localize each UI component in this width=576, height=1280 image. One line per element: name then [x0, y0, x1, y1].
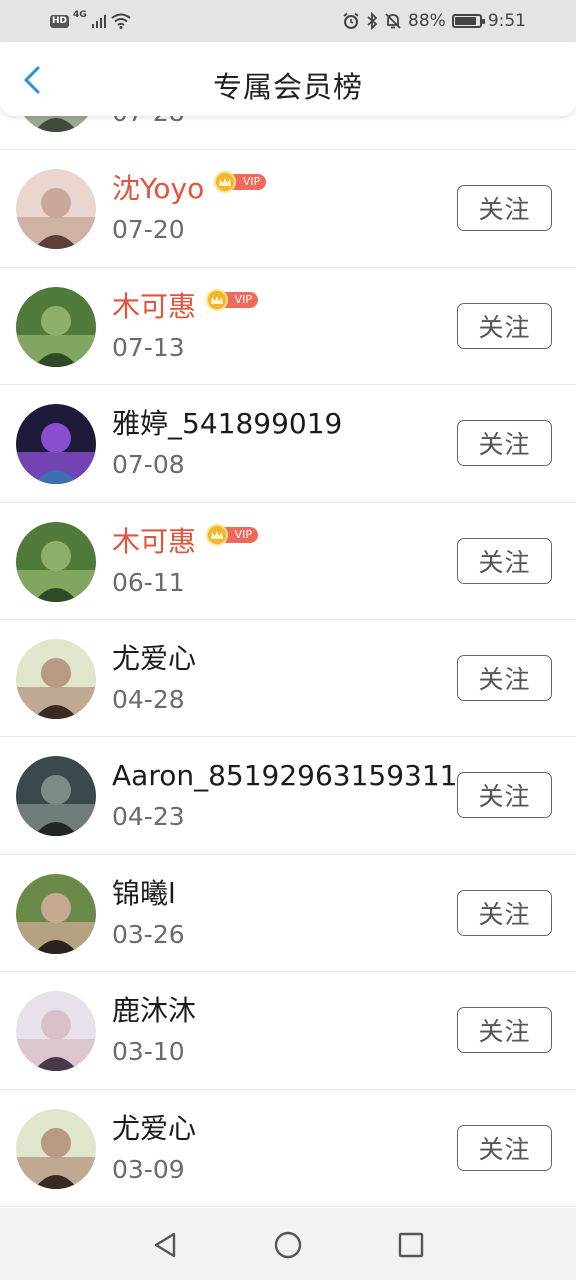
app-header: 专属会员榜 [0, 42, 576, 116]
member-row[interactable]: 雅婷_541899019 07-08 关注 [0, 385, 576, 503]
mute-bell-icon [385, 13, 401, 29]
member-date: 07-20 [112, 215, 185, 245]
avatar[interactable] [16, 169, 96, 250]
vip-badge: VIP [214, 171, 267, 194]
member-date: 04-23 [112, 802, 185, 832]
avatar[interactable] [16, 873, 96, 954]
status-right: 88% 9:51 [342, 9, 526, 33]
follow-button[interactable]: 关注 [457, 537, 552, 584]
member-date: 07-08 [112, 450, 185, 480]
name-line: 锦曦l [112, 875, 176, 913]
follow-button[interactable]: 关注 [457, 420, 552, 467]
square-recent-icon [398, 1232, 424, 1258]
vip-badge: VIP [206, 523, 259, 546]
follow-button[interactable]: 关注 [457, 302, 552, 349]
member-row[interactable]: 木可惠 VIP 06-11 关注 [0, 503, 576, 620]
member-row[interactable]: 尤爱心 03-09 关注 [0, 1090, 576, 1207]
hd-badge: HD [50, 14, 70, 28]
signal-icon [91, 15, 106, 28]
member-date: 03-10 [112, 1037, 185, 1067]
bluetooth-icon [367, 12, 378, 30]
battery-icon [451, 14, 485, 28]
name-line: 雅婷_541899019 [112, 405, 342, 443]
member-date: 03-26 [112, 919, 185, 949]
member-name[interactable]: 尤爱心 [112, 1110, 196, 1148]
avatar[interactable] [16, 991, 96, 1072]
avatar[interactable] [16, 638, 96, 719]
member-row[interactable]: 木可惠 VIP 07-13 关注 [0, 268, 576, 386]
member-row[interactable]: 尤爱心 04-28 关注 [0, 620, 576, 738]
nav-recent-button[interactable] [396, 1230, 426, 1260]
member-name[interactable]: 木可惠 [112, 288, 196, 326]
follow-button[interactable]: 关注 [457, 889, 552, 936]
crown-icon [206, 523, 229, 546]
avatar[interactable] [16, 404, 96, 485]
member-date: 06-11 [112, 567, 185, 597]
member-row[interactable]: 鹿沐沐 03-10 关注 [0, 972, 576, 1090]
vip-badge: VIP [206, 288, 259, 311]
name-line: 鹿沐沐 [112, 992, 196, 1030]
avatar[interactable] [16, 756, 96, 837]
member-name[interactable]: 鹿沐沐 [112, 992, 196, 1030]
member-row[interactable]: 锦曦l 03-26 关注 [0, 855, 576, 973]
battery-level [454, 17, 476, 25]
member-name[interactable]: 木可惠 [112, 523, 196, 561]
battery-percent: 88% [408, 11, 446, 31]
follow-button[interactable]: 关注 [457, 185, 552, 232]
wifi-icon [111, 13, 131, 29]
member-name[interactable]: Aaron_85192963159311 [112, 757, 458, 795]
avatar[interactable] [16, 1108, 96, 1189]
member-name[interactable]: 锦曦l [112, 875, 176, 913]
name-line: 沈Yoyo VIP [112, 170, 267, 208]
follow-button[interactable]: 关注 [457, 772, 552, 819]
follow-button[interactable]: 关注 [457, 654, 552, 701]
avatar[interactable] [16, 286, 96, 367]
member-name[interactable]: 尤爱心 [112, 640, 196, 678]
crown-icon [206, 288, 229, 311]
network-type: 4G [73, 10, 87, 20]
nav-back-button[interactable] [150, 1230, 180, 1260]
system-nav-bar [0, 1208, 576, 1280]
name-line: 木可惠 VIP [112, 288, 259, 326]
name-line: 木可惠 VIP [112, 523, 259, 561]
triangle-back-icon [154, 1232, 176, 1258]
nav-home-button[interactable] [273, 1230, 303, 1260]
circle-home-icon [274, 1231, 302, 1259]
follow-button[interactable]: 关注 [457, 1007, 552, 1054]
crown-icon [214, 171, 237, 194]
member-date: 03-09 [112, 1154, 185, 1184]
name-line: Aaron_85192963159311 [112, 757, 458, 795]
alarm-icon [343, 12, 359, 29]
member-row[interactable]: 沈Yoyo VIP 07-20 关注 [0, 150, 576, 268]
page-title: 专属会员榜 [212, 70, 363, 104]
clock: 9:51 [487, 11, 526, 31]
member-date: 07-13 [112, 332, 185, 362]
name-line: 尤爱心 [112, 1110, 196, 1148]
member-name[interactable]: 沈Yoyo [112, 170, 204, 208]
status-left: HD 4G [50, 9, 131, 33]
name-line: 尤爱心 [112, 640, 196, 678]
member-list[interactable]: 07-28沈YoyoVIP07-20关注木可惠VIP07-13关注雅婷_5418… [0, 33, 576, 1207]
member-date: 04-28 [112, 684, 185, 714]
member-name[interactable]: 雅婷_541899019 [112, 405, 342, 443]
avatar[interactable] [16, 521, 96, 602]
follow-button[interactable]: 关注 [457, 1124, 552, 1171]
member-row[interactable]: Aaron_85192963159311 04-23 关注 [0, 737, 576, 855]
